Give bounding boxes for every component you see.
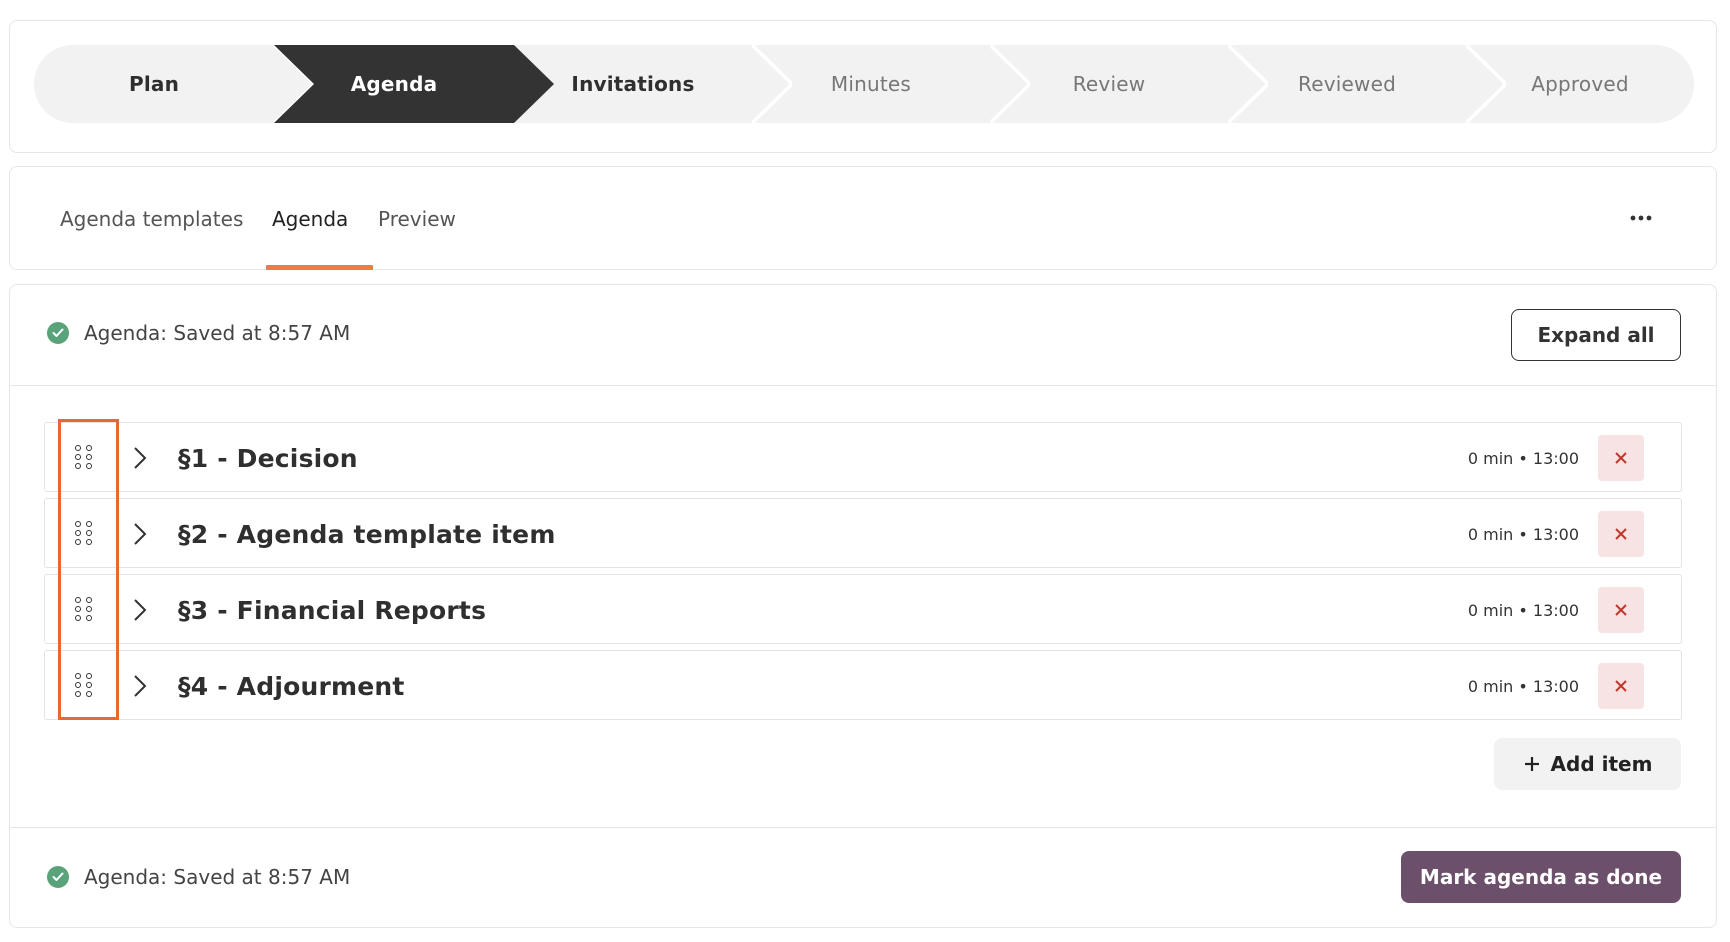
drag-handle-icon[interactable]: [69, 443, 99, 473]
tab-preview[interactable]: Preview: [378, 167, 456, 270]
delete-item-button[interactable]: [1598, 587, 1644, 633]
step-reviewed[interactable]: Reviewed: [1228, 45, 1466, 123]
check-circle-icon: [47, 866, 69, 888]
agenda-item-title: §2 - Agenda template item: [178, 519, 556, 549]
close-icon: [1615, 604, 1627, 616]
agenda-item-row[interactable]: §1 - Decision 0 min • 13:00: [44, 422, 1682, 492]
step-plan[interactable]: Plan: [34, 45, 274, 123]
workflow-stepper: Plan Agenda Invitations Minutes Review R…: [34, 45, 1694, 123]
step-invitations[interactable]: Invitations: [514, 45, 752, 123]
divider: [10, 827, 1716, 828]
close-icon: [1615, 680, 1627, 692]
chevron-right-icon[interactable]: [127, 597, 153, 623]
agenda-item-row[interactable]: §3 - Financial Reports 0 min • 13:00: [44, 574, 1682, 644]
agenda-item-duration: 0 min • 13:00: [1467, 600, 1579, 620]
step-minutes[interactable]: Minutes: [752, 45, 990, 123]
save-status-bottom: Agenda: Saved at 8:57 AM: [47, 865, 350, 889]
agenda-item-title: §4 - Adjourment: [178, 671, 405, 701]
agenda-item-duration: 0 min • 13:00: [1467, 676, 1579, 696]
workflow-stepper-card: Plan Agenda Invitations Minutes Review R…: [9, 20, 1717, 153]
tab-agenda[interactable]: Agenda: [272, 167, 348, 270]
agenda-item-title: §3 - Financial Reports: [178, 595, 487, 625]
close-icon: [1615, 528, 1627, 540]
drag-handle-icon[interactable]: [69, 595, 99, 625]
add-item-label: Add item: [1550, 752, 1653, 776]
expand-all-button[interactable]: Expand all: [1511, 309, 1681, 361]
drag-handle-icon[interactable]: [69, 519, 99, 549]
tab-agenda-templates[interactable]: Agenda templates: [60, 167, 243, 270]
step-approved[interactable]: Approved: [1466, 45, 1694, 123]
delete-item-button[interactable]: [1598, 435, 1644, 481]
chevron-right-icon[interactable]: [127, 673, 153, 699]
save-status-text: Agenda: Saved at 8:57 AM: [84, 865, 351, 889]
delete-item-button[interactable]: [1598, 511, 1644, 557]
agenda-item-duration: 0 min • 13:00: [1467, 448, 1579, 468]
more-options-button[interactable]: [1626, 203, 1656, 233]
divider: [10, 385, 1716, 386]
step-review[interactable]: Review: [990, 45, 1228, 123]
chevron-right-icon[interactable]: [127, 445, 153, 471]
drag-handle-icon[interactable]: [69, 671, 99, 701]
plus-icon: [1524, 757, 1539, 771]
step-agenda[interactable]: Agenda: [274, 45, 514, 123]
agenda-item-duration: 0 min • 13:00: [1467, 524, 1579, 544]
save-status-top: Agenda: Saved at 8:57 AM: [47, 321, 350, 345]
active-tab-indicator: [266, 265, 373, 270]
close-icon: [1615, 452, 1627, 464]
add-item-button[interactable]: Add item: [1494, 738, 1681, 790]
more-horizontal-icon: [1630, 215, 1652, 221]
check-circle-icon: [47, 322, 69, 344]
agenda-item-title: §1 - Decision: [178, 443, 358, 473]
mark-agenda-done-button[interactable]: Mark agenda as done: [1401, 851, 1681, 903]
chevron-right-icon[interactable]: [127, 521, 153, 547]
tabs-card: Agenda templates Agenda Preview: [9, 166, 1717, 270]
delete-item-button[interactable]: [1598, 663, 1644, 709]
agenda-item-row[interactable]: §2 - Agenda template item 0 min • 13:00: [44, 498, 1682, 568]
save-status-text: Agenda: Saved at 8:57 AM: [84, 321, 351, 345]
agenda-editor-card: Agenda: Saved at 8:57 AM Expand all §1 -…: [9, 284, 1717, 928]
agenda-item-row[interactable]: §4 - Adjourment 0 min • 13:00: [44, 650, 1682, 720]
